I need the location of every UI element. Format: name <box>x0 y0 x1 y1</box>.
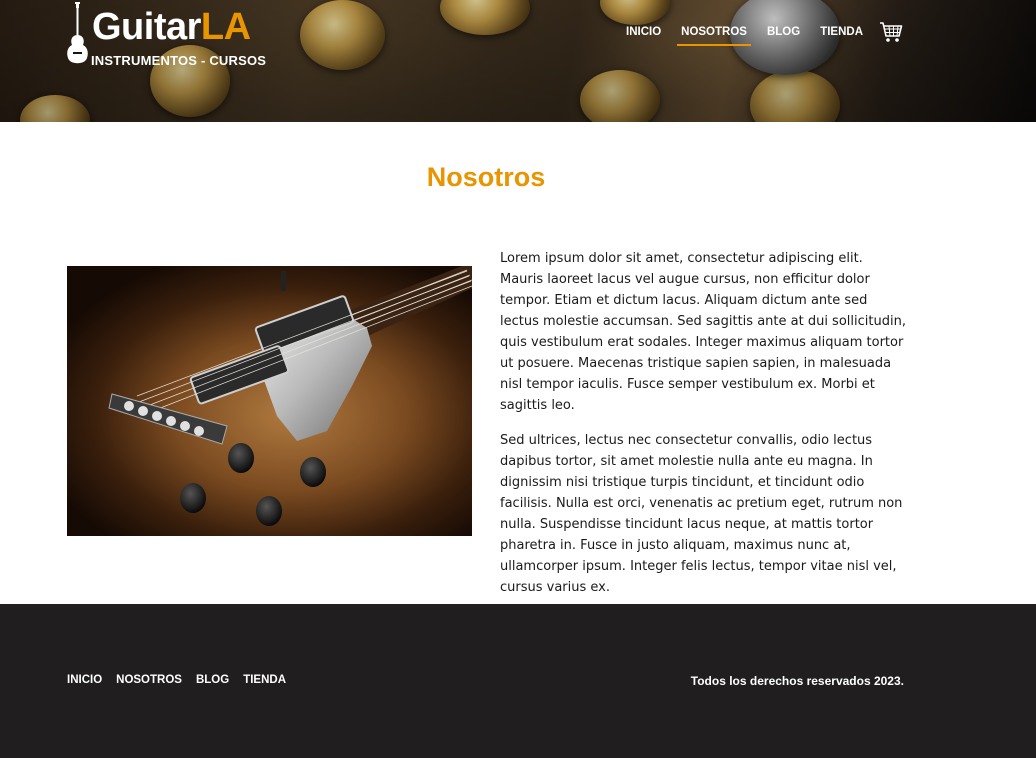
footer-nav-inicio[interactable]: INICIO <box>67 674 102 686</box>
guitar-logo-icon <box>67 2 88 64</box>
footer-nav-blog[interactable]: BLOG <box>196 674 229 686</box>
site-footer: INICIO NOSOTROS BLOG TIENDA Todos los de… <box>0 604 1036 758</box>
logo-subtitle: INSTRUMENTOS - CURSOS <box>91 53 267 68</box>
shopping-cart-icon[interactable] <box>879 21 903 43</box>
site-logo[interactable]: GuitarLA INSTRUMENTOS - CURSOS <box>66 2 281 68</box>
about-text: Lorem ipsum dolor sit amet, consectetur … <box>500 248 910 612</box>
nav-tienda[interactable]: TIENDA <box>820 26 863 44</box>
footer-nav-tienda[interactable]: TIENDA <box>243 674 286 686</box>
guitar-illustration <box>108 266 472 526</box>
copyright-text: Todos los derechos reservados 2023. <box>690 674 904 688</box>
about-paragraph: Sed ultrices, lectus nec consectetur con… <box>500 433 903 595</box>
nav-inicio[interactable]: INICIO <box>626 26 661 44</box>
footer-nav: INICIO NOSOTROS BLOG TIENDA <box>67 674 300 686</box>
footer-nav-nosotros[interactable]: NOSOTROS <box>116 674 182 686</box>
logo-wordmark: GuitarLA <box>92 7 251 47</box>
nav-nosotros[interactable]: NOSOTROS <box>677 26 751 46</box>
logo-word-main: Guitar <box>92 6 201 48</box>
main-nav: INICIO NOSOTROS BLOG TIENDA <box>626 26 883 46</box>
logo-word-accent: LA <box>200 6 251 48</box>
about-guitar-image <box>67 266 472 536</box>
page-title: Nosotros <box>426 162 546 192</box>
nav-blog[interactable]: BLOG <box>767 26 800 44</box>
about-paragraph: Lorem ipsum dolor sit amet, consectetur … <box>500 251 906 413</box>
site-header: GuitarLA INSTRUMENTOS - CURSOS INICIO NO… <box>0 0 1036 122</box>
